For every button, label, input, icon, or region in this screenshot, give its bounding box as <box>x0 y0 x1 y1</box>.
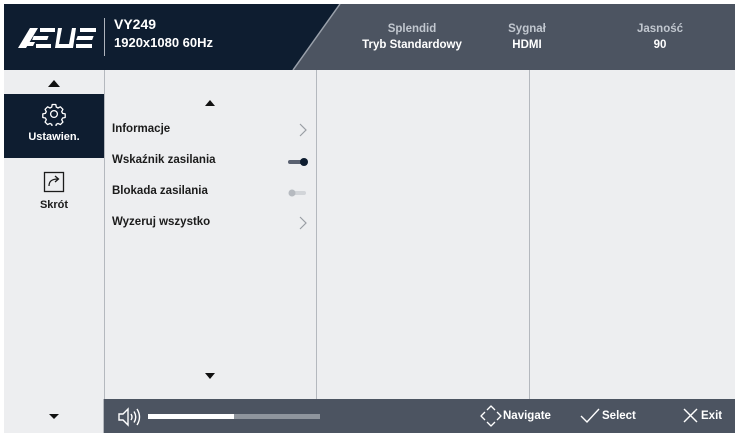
menu-item-power-indicator[interactable]: Wskaźnik zasilania <box>105 149 316 173</box>
toggle-on-icon[interactable] <box>287 157 309 167</box>
nav-item-label: Ustawien. <box>28 131 80 143</box>
menu-item-label: Wyzeruj wszystko <box>112 216 211 228</box>
status-value: Tryb Standardowy <box>362 39 462 51</box>
gear-icon <box>42 103 66 126</box>
status-label: Sygnał <box>508 23 546 35</box>
menu-scroll-up-icon[interactable] <box>105 96 316 108</box>
header-bar: VY249 1920x1080 60Hz Splendid Tryb Stand… <box>4 4 735 70</box>
submenu-panel <box>317 70 530 399</box>
menu-item-label: Blokada zasilania <box>112 185 208 197</box>
hint-label: Select <box>602 410 636 422</box>
chevron-right-icon <box>299 123 307 137</box>
status-brightness: Jasność 90 <box>620 22 700 54</box>
nav-scroll-up-icon[interactable] <box>4 76 104 94</box>
detail-panel <box>530 70 735 399</box>
shortcut-icon <box>43 171 65 193</box>
status-label: Splendid <box>387 23 437 35</box>
resolution-text: 1920x1080 60Hz <box>114 35 214 50</box>
status-value: 90 <box>653 39 667 51</box>
hint-label: Exit <box>701 410 723 422</box>
volume-slider[interactable] <box>148 414 320 419</box>
menu-item-label: Informacje <box>112 123 171 135</box>
model-name: VY249 <box>114 16 157 32</box>
hint-navigate: Navigate <box>480 405 560 427</box>
navigate-icon <box>480 405 502 427</box>
status-splendid: Splendid Tryb Standardowy <box>342 22 482 54</box>
menu-item-label: Wskaźnik zasilania <box>112 154 216 166</box>
hint-exit: Exit <box>682 405 732 427</box>
category-nav: Ustawien. Skrót <box>4 70 105 399</box>
settings-menu: Informacje Wskaźnik zasilania Blokada za… <box>105 70 317 399</box>
menu-scroll-down-icon[interactable] <box>105 370 316 382</box>
close-icon <box>683 408 698 423</box>
nav-item-label: Skrót <box>39 199 69 211</box>
hint-label: Navigate <box>503 410 551 422</box>
menu-item-power-lock[interactable]: Blokada zasilania <box>105 180 316 204</box>
checkmark-icon <box>580 408 600 424</box>
asus-logo <box>18 28 96 48</box>
status-value: HDMI <box>512 39 542 51</box>
menu-item-information[interactable]: Informacje <box>105 118 316 142</box>
hint-select: Select <box>579 405 649 427</box>
header-separator <box>104 18 105 56</box>
nav-item-shortcut[interactable]: Skrót <box>4 162 104 226</box>
volume-slider-fill <box>148 414 234 419</box>
bottom-bar: Navigate Select Exit <box>4 399 735 433</box>
volume-icon <box>118 407 141 427</box>
toggle-off-icon[interactable] <box>287 188 309 198</box>
status-label: Jasność <box>636 23 684 35</box>
menu-item-reset-all[interactable]: Wyzeruj wszystko <box>105 211 316 235</box>
chevron-right-icon <box>299 216 307 230</box>
nav-scroll-down-icon[interactable] <box>4 411 104 421</box>
osd-panel: VY249 1920x1080 60Hz Splendid Tryb Stand… <box>4 4 735 433</box>
status-signal: Sygnał HDMI <box>497 22 557 54</box>
nav-item-settings[interactable]: Ustawien. <box>4 94 104 158</box>
nav-scroll-down-area <box>4 399 104 433</box>
